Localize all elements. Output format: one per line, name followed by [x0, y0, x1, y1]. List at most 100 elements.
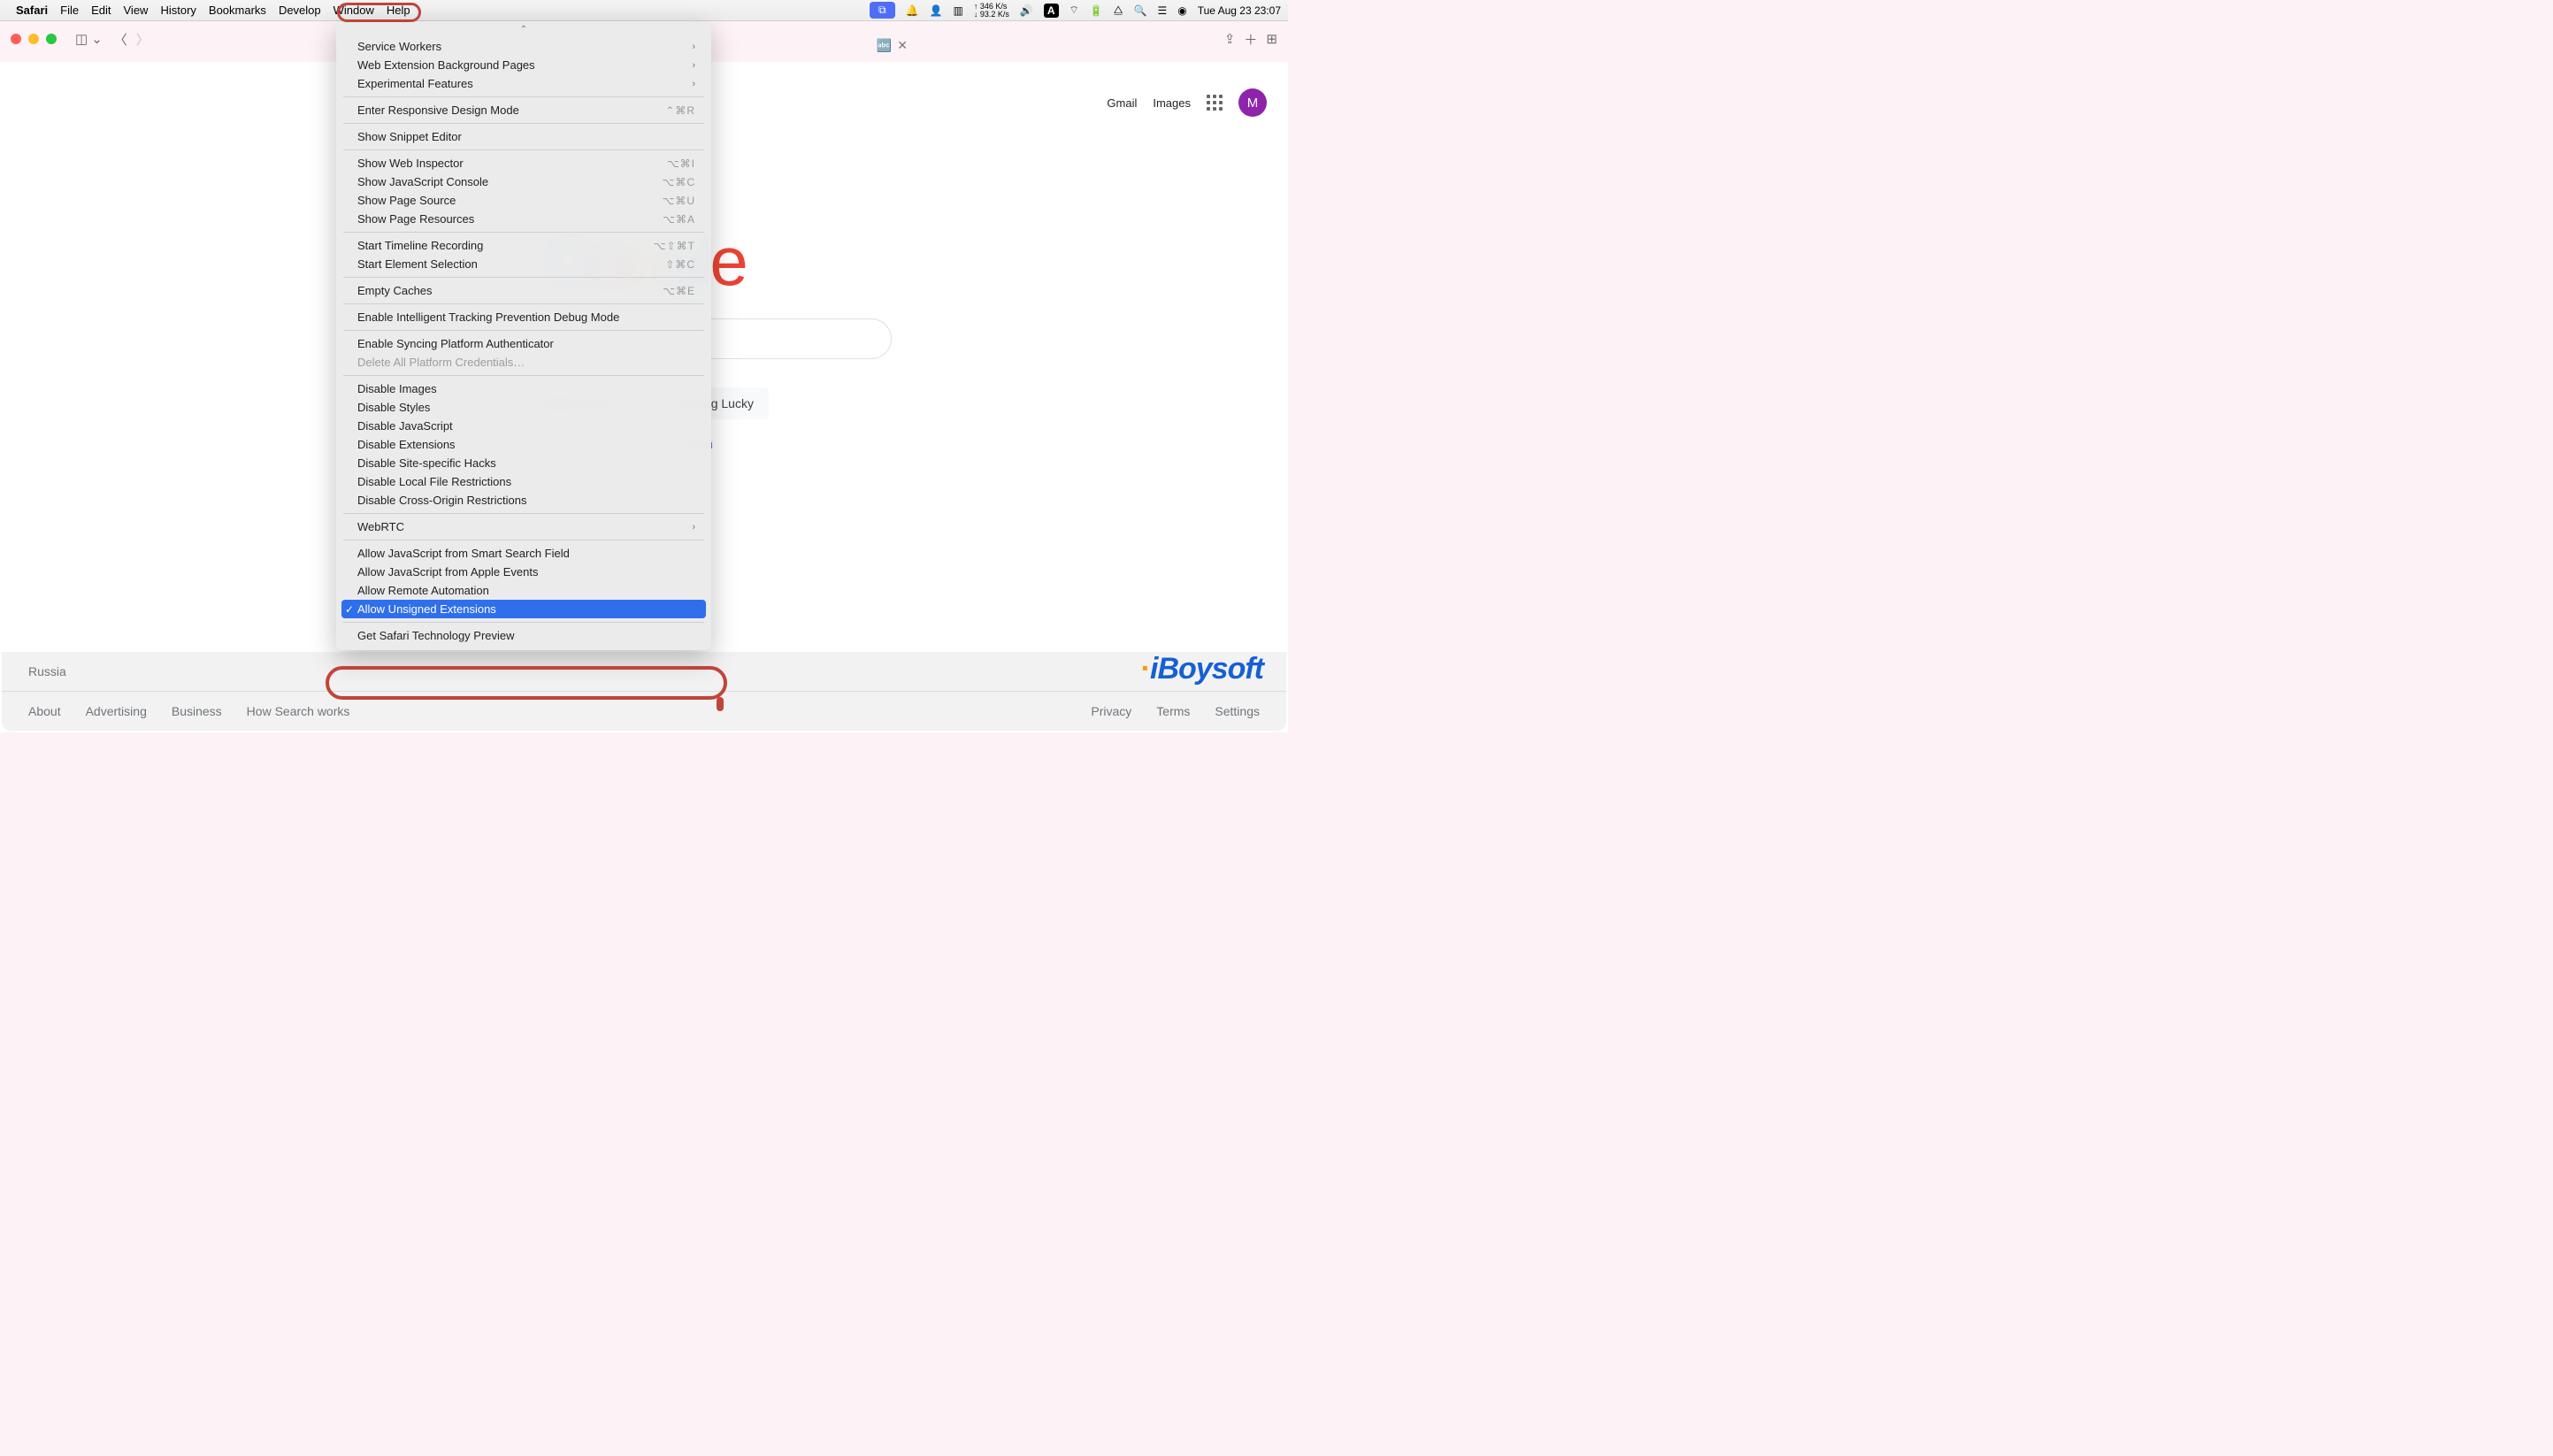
menu-item-experimental-features[interactable]: Experimental Features›: [336, 74, 711, 93]
menu-item-start-element-selection[interactable]: Start Element Selection ⇧⌘C: [336, 255, 711, 273]
menu-view[interactable]: View: [124, 4, 149, 17]
menu-item-service-workers[interactable]: Service Workers›: [336, 37, 711, 56]
menu-help[interactable]: Help: [387, 4, 410, 17]
share-button[interactable]: ⇪: [1224, 31, 1236, 47]
menu-item-allow-javascript-from-smart-search-field[interactable]: Allow JavaScript from Smart Search Field: [336, 544, 711, 563]
menu-item-label: Start Element Selection: [357, 257, 478, 271]
menu-item-enter-responsive-design-mode[interactable]: Enter Responsive Design Mode⌃⌘R: [336, 101, 711, 119]
notifications-icon[interactable]: 🔔: [906, 4, 919, 17]
menu-item-show-javascript-console[interactable]: Show JavaScript Console⌥⌘C: [336, 172, 711, 191]
menu-item-label: Show Page Resources: [357, 212, 474, 226]
menu-item-disable-site-specific-hacks[interactable]: Disable Site-specific Hacks: [336, 454, 711, 472]
footer-link-terms[interactable]: Terms: [1156, 704, 1190, 718]
menu-item-get-safari-technology-preview[interactable]: Get Safari Technology Preview: [336, 626, 711, 645]
footer-link-business[interactable]: Business: [172, 704, 222, 718]
menu-item-label: Disable Site-specific Hacks: [357, 456, 496, 470]
menu-item-show-page-resources[interactable]: Show Page Resources⌥⌘A: [336, 210, 711, 228]
chevron-right-icon: ›: [692, 79, 695, 89]
menu-item-label: Start Timeline Recording: [357, 239, 483, 252]
new-tab-button[interactable]: ＋: [1244, 30, 1257, 49]
footer-region: Russia: [2, 652, 1286, 692]
menu-item-enable-intelligent-tracking-prevention-debug-mode[interactable]: Enable Intelligent Tracking Prevention D…: [336, 308, 711, 326]
battery-icon[interactable]: 🔋: [1090, 4, 1103, 17]
menu-item-label: Disable Cross-Origin Restrictions: [357, 494, 526, 507]
annotation-ring-tail: [717, 697, 724, 711]
footer-link-how-search-works[interactable]: How Search works: [247, 704, 350, 718]
account-avatar[interactable]: M: [1238, 88, 1267, 117]
chevron-right-icon: ›: [692, 60, 695, 71]
menu-separator: [343, 622, 704, 623]
footer-link-privacy[interactable]: Privacy: [1091, 704, 1131, 718]
menu-item-web-extension-background-pages[interactable]: Web Extension Background Pages›: [336, 56, 711, 74]
google-apps-icon[interactable]: [1207, 95, 1223, 111]
network-stats: ↑ 346 K/s↓ 93.2 K/s: [974, 3, 1009, 19]
translate-icon[interactable]: 🔤: [877, 38, 892, 53]
menu-item-start-timeline-recording[interactable]: Start Timeline Recording⌥⇧⌘T: [336, 236, 711, 255]
menu-item-enable-syncing-platform-authenticator[interactable]: Enable Syncing Platform Authenticator: [336, 334, 711, 353]
menu-item-disable-cross-origin-restrictions[interactable]: Disable Cross-Origin Restrictions: [336, 491, 711, 510]
menu-item-disable-javascript[interactable]: Disable JavaScript: [336, 417, 711, 435]
menu-item-label: Empty Caches: [357, 284, 433, 297]
menu-item-webrtc[interactable]: WebRTC›: [336, 517, 711, 536]
app-name[interactable]: Safari: [16, 4, 48, 17]
menu-item-disable-styles[interactable]: Disable Styles: [336, 398, 711, 417]
menu-separator: [343, 123, 704, 124]
window-traffic-lights: [11, 34, 57, 44]
bluetooth-icon[interactable]: ⌔: [1070, 4, 1079, 17]
images-link[interactable]: Images: [1153, 96, 1191, 110]
search-spotlight-icon[interactable]: 🔍: [1133, 4, 1146, 17]
address-bar-actions: 🔤 ✕: [877, 38, 908, 53]
menu-develop[interactable]: Develop: [279, 4, 321, 17]
footer-link-advertising[interactable]: Advertising: [86, 704, 147, 718]
volume-icon[interactable]: 🔊: [1020, 4, 1033, 17]
sidebar-toggle-button[interactable]: ◫ ⌄: [73, 28, 105, 50]
menu-separator: [343, 232, 704, 233]
siri-icon[interactable]: ◉: [1177, 4, 1186, 17]
menu-item-allow-unsigned-extensions[interactable]: Allow Unsigned Extensions: [341, 600, 706, 618]
menu-shortcut: ⇧⌘C: [665, 258, 695, 271]
window-close-button[interactable]: [11, 34, 21, 44]
menu-item-show-web-inspector[interactable]: Show Web Inspector⌥⌘I: [336, 154, 711, 172]
menu-item-show-page-source[interactable]: Show Page Source⌥⌘U: [336, 191, 711, 210]
menu-history[interactable]: History: [160, 4, 196, 17]
back-button[interactable]: 〈: [114, 30, 127, 49]
menubar-datetime[interactable]: Tue Aug 23 23:07: [1198, 4, 1281, 17]
menu-item-label: Enter Responsive Design Mode: [357, 103, 519, 117]
menubar-status-area: ⧉ 🔔 👤 ▥ ↑ 346 K/s↓ 93.2 K/s 🔊 A ⌔ 🔋 ⧋ 🔍 …: [870, 2, 1281, 19]
footer-link-settings[interactable]: Settings: [1215, 704, 1260, 718]
stop-reload-icon[interactable]: ✕: [897, 38, 908, 53]
chevron-right-icon: ›: [692, 42, 695, 52]
menu-edit[interactable]: Edit: [91, 4, 111, 17]
menu-item-label: Allow JavaScript from Smart Search Field: [357, 547, 570, 560]
google-footer: Russia About Advertising Business How Searc…: [2, 652, 1286, 731]
menu-item-show-snippet-editor[interactable]: Show Snippet Editor: [336, 127, 711, 146]
menu-item-disable-images[interactable]: Disable Images: [336, 379, 711, 398]
wifi-icon[interactable]: ⧋: [1114, 4, 1123, 17]
tab-overview-button[interactable]: ⊞: [1266, 31, 1277, 47]
chevron-down-icon: ⌄: [91, 31, 103, 47]
menu-item-disable-extensions[interactable]: Disable Extensions: [336, 435, 711, 454]
window-minimize-button[interactable]: [28, 34, 39, 44]
gmail-link[interactable]: Gmail: [1107, 96, 1137, 110]
chevron-right-icon: ›: [692, 522, 695, 533]
macos-menubar: Safari File Edit View History Bookmarks …: [0, 0, 1288, 21]
footer-link-about[interactable]: About: [28, 704, 61, 718]
menu-item-empty-caches[interactable]: Empty Caches⌥⌘E: [336, 281, 711, 300]
menu-item-label: Disable Extensions: [357, 438, 456, 451]
watermark-logo: ·iBoysoft: [1141, 652, 1263, 686]
window-zoom-button[interactable]: [46, 34, 57, 44]
screen-mirroring-icon[interactable]: ⧉: [870, 2, 895, 19]
menu-scroll-up-icon[interactable]: ⌃: [336, 25, 711, 37]
menu-bookmarks[interactable]: Bookmarks: [209, 4, 266, 17]
input-source-icon[interactable]: A: [1044, 4, 1059, 18]
menu-window[interactable]: Window: [334, 4, 374, 17]
user-icon[interactable]: 👤: [930, 4, 943, 17]
menu-item-allow-remote-automation[interactable]: Allow Remote Automation: [336, 581, 711, 600]
menu-item-allow-javascript-from-apple-events[interactable]: Allow JavaScript from Apple Events: [336, 563, 711, 581]
menu-item-disable-local-file-restrictions[interactable]: Disable Local File Restrictions: [336, 472, 711, 491]
menu-file[interactable]: File: [60, 4, 79, 17]
control-center-icon[interactable]: ☰: [1157, 4, 1167, 17]
menu-item-label: Show Page Source: [357, 194, 456, 207]
menu-item-delete-all-platform-credentials: Delete All Platform Credentials…: [336, 353, 711, 372]
battery-menu-icon[interactable]: ▥: [954, 4, 963, 17]
